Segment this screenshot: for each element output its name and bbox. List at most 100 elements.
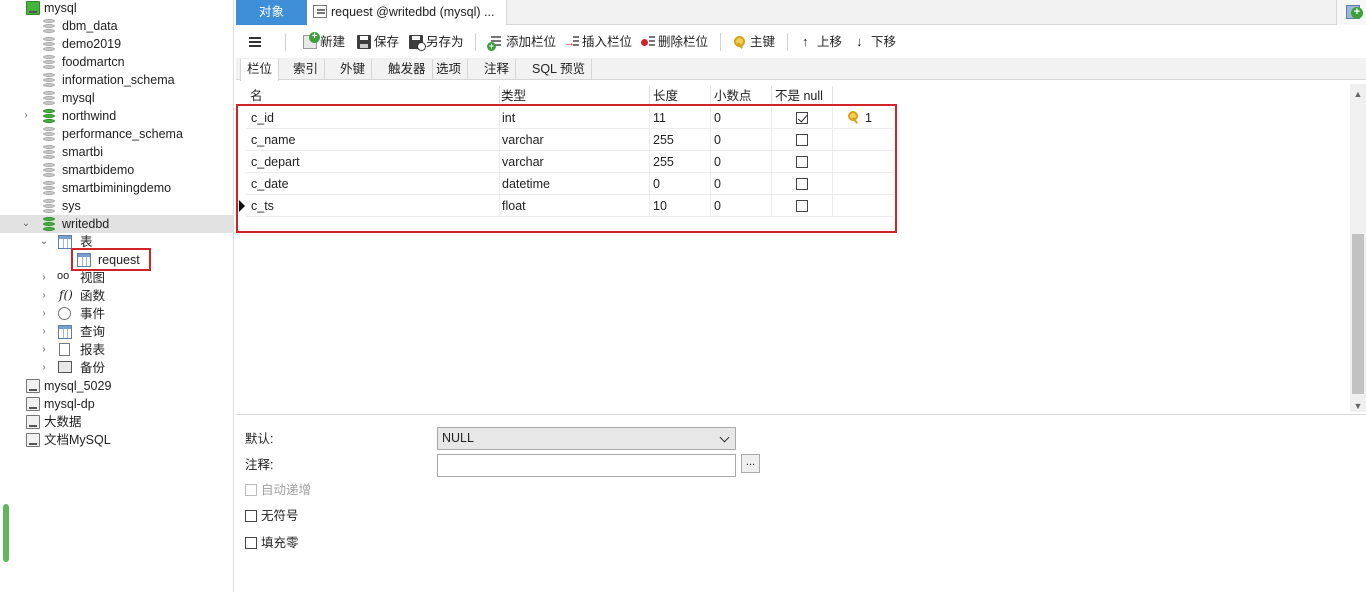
column-header-length[interactable]: 长度 <box>653 87 678 105</box>
field-length-cell[interactable]: 11 <box>653 107 666 129</box>
scroll-up-icon[interactable]: ▲ <box>1350 86 1366 102</box>
scrollbar-thumb[interactable] <box>1352 234 1364 394</box>
field-type-cell[interactable]: int <box>502 107 515 129</box>
save-button[interactable]: 保存 <box>357 32 399 52</box>
primary-key-button[interactable]: 主键 <box>733 32 775 52</box>
chevron-right-icon[interactable]: › <box>39 269 49 287</box>
tree-db-demo2019[interactable]: demo2019 <box>0 35 233 53</box>
tree-db-sys[interactable]: sys <box>0 197 233 215</box>
menu-button[interactable] <box>248 32 265 52</box>
tree-folder-events[interactable]: › 事件 <box>0 305 233 323</box>
tree-db-writedbd[interactable]: ⌄ writedbd <box>0 215 233 233</box>
field-length-cell[interactable]: 255 <box>653 129 674 151</box>
tree-folder-functions[interactable]: › f() 函数 <box>0 287 233 305</box>
field-name-cell[interactable]: c_name <box>251 129 295 151</box>
comment-input[interactable] <box>437 454 736 477</box>
save-as-button[interactable]: 另存为 <box>409 32 464 52</box>
move-up-button[interactable]: 上移 <box>800 32 842 52</box>
tab-comment[interactable]: 注释 <box>478 59 517 80</box>
field-length-cell[interactable]: 10 <box>653 195 667 217</box>
tab-options[interactable]: 选项 <box>430 59 469 80</box>
chevron-right-icon[interactable]: › <box>39 359 49 377</box>
tree-db-smartbi[interactable]: smartbi <box>0 143 233 161</box>
chevron-down-icon[interactable]: ⌄ <box>21 215 31 233</box>
tree-folder-backups[interactable]: › 备份 <box>0 359 233 377</box>
not-null-checkbox[interactable] <box>796 178 808 190</box>
chevron-right-icon[interactable]: › <box>39 323 49 341</box>
connection-icon <box>26 433 40 447</box>
tree-connection-mysql[interactable]: mysql <box>0 0 233 17</box>
field-name-cell[interactable]: c_ts <box>251 195 274 217</box>
table-row[interactable]: c_depart varchar 255 0 <box>246 151 894 173</box>
field-name-cell[interactable]: c_date <box>251 173 289 195</box>
table-row[interactable]: c_name varchar 255 0 <box>246 129 894 151</box>
tree-folder-reports[interactable]: › 报表 <box>0 341 233 359</box>
tab-fields[interactable]: 栏位 <box>240 59 280 81</box>
tree-db-smartbiminingdemo[interactable]: smartbiminingdemo <box>0 179 233 197</box>
field-name-cell[interactable]: c_depart <box>251 151 300 173</box>
tab-objects[interactable]: 对象 <box>236 0 307 25</box>
table-row[interactable]: c_ts float 10 0 <box>239 195 894 217</box>
not-null-checkbox[interactable] <box>796 112 808 124</box>
not-null-checkbox[interactable] <box>796 200 808 212</box>
chevron-right-icon[interactable]: › <box>39 341 49 359</box>
field-type-cell[interactable]: varchar <box>502 129 544 151</box>
chevron-down-icon[interactable]: ⌄ <box>39 233 49 251</box>
delete-column-button[interactable]: 删除栏位 <box>641 32 708 52</box>
new-object-button[interactable] <box>1336 0 1366 25</box>
cell-divider <box>832 151 833 173</box>
tab-request-design[interactable]: request @writedbd (mysql) ... <box>307 0 507 25</box>
column-header-type[interactable]: 类型 <box>501 87 526 105</box>
field-type-cell[interactable]: datetime <box>502 173 550 195</box>
field-type-cell[interactable]: varchar <box>502 151 544 173</box>
table-row[interactable]: c_id int 11 0 1 <box>246 107 894 129</box>
add-column-button[interactable]: 添加栏位 <box>487 32 556 52</box>
column-header-name[interactable]: 名 <box>250 87 263 105</box>
field-length-cell[interactable]: 255 <box>653 151 674 173</box>
tree-connection-doc-mysql[interactable]: 文档MySQL <box>0 431 233 449</box>
tree-db-smartbidemo[interactable]: smartbidemo <box>0 161 233 179</box>
column-header-decimals[interactable]: 小数点 <box>714 87 752 105</box>
sidebar-scrollbar[interactable] <box>3 504 9 562</box>
tree-db-information-schema[interactable]: information_schema <box>0 71 233 89</box>
tab-foreign-keys[interactable]: 外键 <box>334 59 373 80</box>
field-length-cell[interactable]: 0 <box>653 173 660 195</box>
default-value-select[interactable]: NULL <box>437 427 736 450</box>
not-null-checkbox[interactable] <box>796 134 808 146</box>
tree-connection-mysql-5029[interactable]: mysql_5029 <box>0 377 233 395</box>
chevron-right-icon[interactable]: › <box>39 287 49 305</box>
tree-folder-queries[interactable]: › 查询 <box>0 323 233 341</box>
unsigned-checkbox[interactable]: 无符号 <box>245 507 299 525</box>
auto-increment-checkbox[interactable]: 自动递增 <box>245 481 311 499</box>
new-button[interactable]: 新建 <box>303 31 345 52</box>
tree-db-mysql[interactable]: mysql <box>0 89 233 107</box>
table-row[interactable]: c_date datetime 0 0 <box>246 173 894 195</box>
field-decimals-cell[interactable]: 0 <box>714 129 721 151</box>
tree-db-performance-schema[interactable]: performance_schema <box>0 125 233 143</box>
tab-sql-preview[interactable]: SQL 预览 <box>526 59 593 80</box>
tree-db-foodmartcn[interactable]: foodmartcn <box>0 53 233 71</box>
chevron-right-icon[interactable]: › <box>21 107 31 125</box>
insert-column-button[interactable]: 插入栏位 <box>564 32 632 53</box>
tab-indexes[interactable]: 索引 <box>287 59 326 80</box>
grid-scrollbar[interactable]: ▲ ▼ <box>1350 84 1366 412</box>
field-decimals-cell[interactable]: 0 <box>714 195 721 217</box>
chevron-right-icon[interactable]: › <box>39 305 49 323</box>
scroll-down-icon[interactable]: ▼ <box>1350 398 1366 414</box>
tree-db-northwind[interactable]: › northwind <box>0 107 233 125</box>
column-header-not-null[interactable]: 不是 null <box>775 87 823 105</box>
field-decimals-cell[interactable]: 0 <box>714 151 721 173</box>
field-decimals-cell[interactable]: 0 <box>714 107 721 129</box>
field-type-cell[interactable]: float <box>502 195 526 217</box>
tab-triggers[interactable]: 触发器 <box>382 59 433 80</box>
tree-db-dbm-data[interactable]: dbm_data <box>0 17 233 35</box>
not-null-checkbox[interactable] <box>796 156 808 168</box>
tree-connection-mysql-dp[interactable]: mysql-dp <box>0 395 233 413</box>
comment-ellipsis-button[interactable]: ... <box>741 454 760 473</box>
tree-connection-bigdata[interactable]: 大数据 <box>0 413 233 431</box>
zerofill-checkbox[interactable]: 填充零 <box>245 534 299 552</box>
field-decimals-cell[interactable]: 0 <box>714 173 721 195</box>
move-down-button[interactable]: 下移 <box>854 32 896 52</box>
tree-folder-views[interactable]: › oo 视图 <box>0 269 233 287</box>
field-name-cell[interactable]: c_id <box>251 107 274 129</box>
